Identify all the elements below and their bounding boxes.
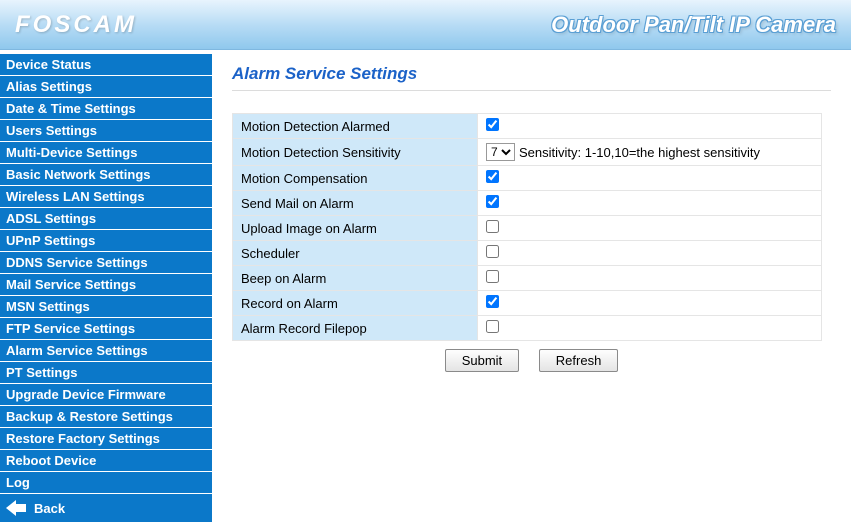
settings-table: Motion Detection Alarmed Motion Detectio… bbox=[232, 113, 822, 341]
sidebar-item-label: Alias Settings bbox=[6, 79, 92, 94]
row-motion-compensation: Motion Compensation bbox=[233, 166, 822, 191]
label-beep: Beep on Alarm bbox=[233, 266, 478, 291]
sidebar-item-mail[interactable]: Mail Service Settings bbox=[0, 274, 212, 296]
label-filepop: Alarm Record Filepop bbox=[233, 316, 478, 341]
label-motion-sensitivity: Motion Detection Sensitivity bbox=[233, 139, 478, 166]
sidebar-item-alarm[interactable]: Alarm Service Settings bbox=[0, 340, 212, 362]
sidebar-item-users[interactable]: Users Settings bbox=[0, 120, 212, 142]
sidebar-item-upgrade[interactable]: Upgrade Device Firmware bbox=[0, 384, 212, 406]
sidebar-item-label: Upgrade Device Firmware bbox=[6, 387, 166, 402]
row-upload-image: Upload Image on Alarm bbox=[233, 216, 822, 241]
sidebar-item-label: Mail Service Settings bbox=[6, 277, 136, 292]
checkbox-motion-compensation[interactable] bbox=[486, 170, 499, 183]
sidebar-item-label: Basic Network Settings bbox=[6, 167, 151, 182]
row-filepop: Alarm Record Filepop bbox=[233, 316, 822, 341]
sidebar-item-label: Date & Time Settings bbox=[6, 101, 136, 116]
sidebar-item-label: Reboot Device bbox=[6, 453, 96, 468]
row-motion-alarmed: Motion Detection Alarmed bbox=[233, 114, 822, 139]
sidebar-item-label: Backup & Restore Settings bbox=[6, 409, 173, 424]
label-motion-compensation: Motion Compensation bbox=[233, 166, 478, 191]
select-motion-sensitivity[interactable]: 7 bbox=[486, 143, 515, 161]
sidebar-item-label: Device Status bbox=[6, 57, 91, 72]
checkbox-motion-alarmed[interactable] bbox=[486, 118, 499, 131]
sidebar-item-label: Users Settings bbox=[6, 123, 97, 138]
sidebar-item-label: PT Settings bbox=[6, 365, 78, 380]
sidebar-item-pt[interactable]: PT Settings bbox=[0, 362, 212, 384]
row-send-mail: Send Mail on Alarm bbox=[233, 191, 822, 216]
sidebar-item-basic-network[interactable]: Basic Network Settings bbox=[0, 164, 212, 186]
sidebar-item-adsl[interactable]: ADSL Settings bbox=[0, 208, 212, 230]
checkbox-upload-image[interactable] bbox=[486, 220, 499, 233]
sidebar-item-restore-factory[interactable]: Restore Factory Settings bbox=[0, 428, 212, 450]
row-beep: Beep on Alarm bbox=[233, 266, 822, 291]
sidebar-item-label: ADSL Settings bbox=[6, 211, 96, 226]
checkbox-beep[interactable] bbox=[486, 270, 499, 283]
sidebar-item-device-status[interactable]: Device Status bbox=[0, 54, 212, 76]
sidebar-item-label: UPnP Settings bbox=[6, 233, 95, 248]
submit-button[interactable]: Submit bbox=[445, 349, 519, 372]
header: FOSCAM Outdoor Pan/Tilt IP Camera bbox=[0, 0, 851, 50]
sidebar-item-msn[interactable]: MSN Settings bbox=[0, 296, 212, 318]
sidebar-item-label: MSN Settings bbox=[6, 299, 90, 314]
sidebar-item-back[interactable]: Back bbox=[0, 494, 212, 523]
checkbox-filepop[interactable] bbox=[486, 320, 499, 333]
refresh-button[interactable]: Refresh bbox=[539, 349, 619, 372]
sidebar-item-label: Restore Factory Settings bbox=[6, 431, 160, 446]
label-motion-alarmed: Motion Detection Alarmed bbox=[233, 114, 478, 139]
sidebar-item-log[interactable]: Log bbox=[0, 472, 212, 494]
sidebar-item-label: Multi-Device Settings bbox=[6, 145, 137, 160]
sidebar-item-label: DDNS Service Settings bbox=[6, 255, 148, 270]
sidebar-item-ftp[interactable]: FTP Service Settings bbox=[0, 318, 212, 340]
label-record: Record on Alarm bbox=[233, 291, 478, 316]
sidebar-item-label: FTP Service Settings bbox=[6, 321, 135, 336]
sidebar-item-date-time[interactable]: Date & Time Settings bbox=[0, 98, 212, 120]
main-content: Alarm Service Settings Motion Detection … bbox=[212, 50, 851, 523]
sidebar-item-label: Back bbox=[34, 501, 65, 516]
sidebar-item-label: Wireless LAN Settings bbox=[6, 189, 145, 204]
checkbox-scheduler[interactable] bbox=[486, 245, 499, 258]
checkbox-record[interactable] bbox=[486, 295, 499, 308]
label-upload-image: Upload Image on Alarm bbox=[233, 216, 478, 241]
label-send-mail: Send Mail on Alarm bbox=[233, 191, 478, 216]
logo: FOSCAM bbox=[15, 11, 137, 39]
sidebar: Device Status Alias Settings Date & Time… bbox=[0, 50, 212, 523]
sidebar-item-label: Alarm Service Settings bbox=[6, 343, 148, 358]
sidebar-item-ddns[interactable]: DDNS Service Settings bbox=[0, 252, 212, 274]
row-motion-sensitivity: Motion Detection Sensitivity 7 Sensitivi… bbox=[233, 139, 822, 166]
row-scheduler: Scheduler bbox=[233, 241, 822, 266]
sidebar-item-reboot[interactable]: Reboot Device bbox=[0, 450, 212, 472]
sidebar-item-label: Log bbox=[6, 475, 30, 490]
header-title: Outdoor Pan/Tilt IP Camera bbox=[551, 12, 836, 38]
sidebar-item-backup-restore[interactable]: Backup & Restore Settings bbox=[0, 406, 212, 428]
row-record: Record on Alarm bbox=[233, 291, 822, 316]
button-row: Submit Refresh bbox=[232, 341, 831, 372]
back-arrow-icon bbox=[6, 500, 26, 516]
sidebar-item-upnp[interactable]: UPnP Settings bbox=[0, 230, 212, 252]
page-title: Alarm Service Settings bbox=[232, 64, 831, 91]
sidebar-item-multi-device[interactable]: Multi-Device Settings bbox=[0, 142, 212, 164]
sensitivity-hint: Sensitivity: 1-10,10=the highest sensiti… bbox=[519, 145, 760, 160]
checkbox-send-mail[interactable] bbox=[486, 195, 499, 208]
label-scheduler: Scheduler bbox=[233, 241, 478, 266]
sidebar-item-wireless-lan[interactable]: Wireless LAN Settings bbox=[0, 186, 212, 208]
sidebar-item-alias-settings[interactable]: Alias Settings bbox=[0, 76, 212, 98]
